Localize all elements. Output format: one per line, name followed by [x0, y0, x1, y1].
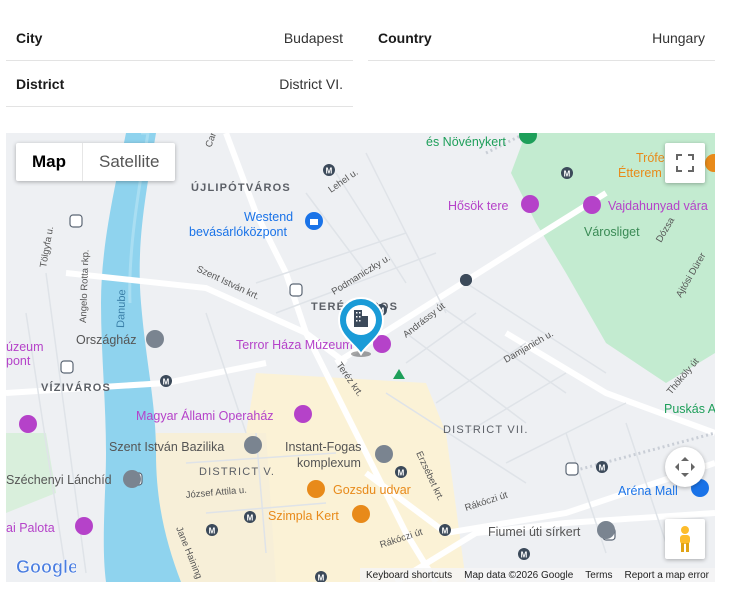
castle-poi-icon[interactable] [75, 517, 93, 535]
poi-arena[interactable]: Aréna Mall [618, 484, 678, 498]
poi-bazilika[interactable]: Szent István Bazilika [109, 440, 224, 454]
keyboard-shortcuts-link[interactable]: Keyboard shortcuts [366, 570, 452, 581]
svg-text:M: M [326, 167, 333, 176]
terms-link[interactable]: Terms [585, 570, 612, 581]
poi-hosok[interactable]: Hősök tere [448, 199, 508, 213]
map[interactable]: ÚJLIPÓTVÁROS TERÉZVÁROS VÍZIVÁROS DISTRI… [6, 133, 715, 582]
area-label-district-vii: DISTRICT VII. [443, 424, 529, 436]
river-label: Danube [115, 289, 128, 328]
district-row: District District VI. [6, 61, 353, 107]
castle-poi-icon[interactable] [583, 196, 601, 214]
district-value: District VI. [279, 75, 343, 92]
poi-palota[interactable]: ai Palota [6, 521, 55, 535]
report-error-link[interactable]: Report a map error [625, 570, 709, 581]
pegman-icon [680, 526, 690, 552]
svg-text:M: M [209, 527, 216, 536]
city-label: City [16, 29, 43, 46]
map-type-satellite-button[interactable]: Satellite [82, 143, 175, 181]
street-view-pegman-button[interactable] [665, 519, 705, 559]
poi-instant[interactable]: Instant-Fogas [285, 440, 361, 454]
map-canvas[interactable]: ÚJLIPÓTVÁROS TERÉZVÁROS VÍZIVÁROS DISTRI… [6, 133, 715, 582]
svg-text:M: M [442, 527, 449, 536]
svg-text:M: M [398, 469, 405, 478]
poi-opera[interactable]: Magyar Állami Operaház [136, 408, 274, 423]
map-type-control: Map Satellite [16, 143, 176, 181]
poi-gozsdu[interactable]: Gozsdu udvar [333, 483, 411, 497]
poi-westend[interactable]: Westend [244, 210, 293, 224]
shopping-bag-icon-glyph [310, 219, 318, 225]
svg-text:M: M [521, 551, 528, 560]
country-value: Hungary [652, 29, 705, 46]
music-poi-icon[interactable] [294, 405, 312, 423]
poi-fiumei[interactable]: Fiumei úti sírkert [488, 525, 581, 539]
poi-pont[interactable]: pont [6, 354, 31, 368]
area-label-district-v: DISTRICT V. [199, 466, 275, 478]
church-poi-icon[interactable] [244, 436, 262, 454]
fullscreen-icon [676, 154, 694, 172]
map-footer: Keyboard shortcuts Map data ©2026 Google… [359, 568, 715, 582]
restaurant-poi-icon[interactable] [307, 480, 325, 498]
city-value: Budapest [283, 29, 343, 46]
country-row: Country Hungary [368, 15, 715, 61]
area-label-ujlipotvaros: ÚJLIPÓTVÁROS [191, 181, 291, 194]
svg-text:M: M [564, 170, 571, 179]
cemetery-poi-icon[interactable] [597, 521, 615, 539]
poi-novenykert[interactable]: és Növénykert [426, 135, 506, 149]
poi-orszaghaz[interactable]: Országház [76, 333, 136, 347]
poi-instant-sub[interactable]: komplexum [297, 456, 361, 470]
museum-poi-icon[interactable] [19, 415, 37, 433]
poi-terror[interactable]: Terror Háza Múzeum [236, 338, 353, 352]
svg-text:M: M [318, 574, 325, 583]
poi-etterem[interactable]: Étterem [618, 165, 662, 180]
fullscreen-button[interactable] [665, 143, 705, 183]
poi-muzeum[interactable]: úzeum [6, 340, 44, 354]
city-row: City Budapest [6, 15, 353, 61]
svg-text:M: M [247, 514, 254, 523]
poi-lanchid[interactable]: Széchenyi Lánchíd [6, 473, 112, 487]
poi-westend-sub[interactable]: bevásárlóközpont [189, 225, 288, 239]
place-poi-icon[interactable] [375, 445, 393, 463]
district-label: District [16, 75, 65, 92]
poi-vajdahunyad[interactable]: Vajdahunyad vára [608, 199, 708, 213]
bridge-poi-icon[interactable] [123, 470, 141, 488]
move-arrows-icon [675, 457, 695, 477]
google-logo: Google [16, 557, 76, 578]
map-type-map-button[interactable]: Map [16, 143, 82, 181]
svg-text:M: M [163, 378, 170, 387]
monument-poi-icon[interactable] [521, 195, 539, 213]
area-label-vizivaros: VÍZIVÁROS [41, 381, 111, 394]
poi-varosliget[interactable]: Városliget [584, 225, 640, 239]
poi-szimpla[interactable]: Szimpla Kert [268, 509, 339, 523]
map-data-attribution: Map data ©2026 Google [464, 569, 574, 581]
poi-trofea[interactable]: Trófe [636, 151, 665, 165]
country-label: Country [378, 29, 432, 46]
poi-puskas[interactable]: Puskás A [664, 402, 715, 416]
camera-control-button[interactable] [665, 447, 705, 487]
google-logo-text: Google [16, 557, 76, 577]
bar-poi-icon[interactable] [352, 505, 370, 523]
landmark-poi-icon[interactable] [146, 330, 164, 348]
svg-text:M: M [599, 464, 606, 473]
